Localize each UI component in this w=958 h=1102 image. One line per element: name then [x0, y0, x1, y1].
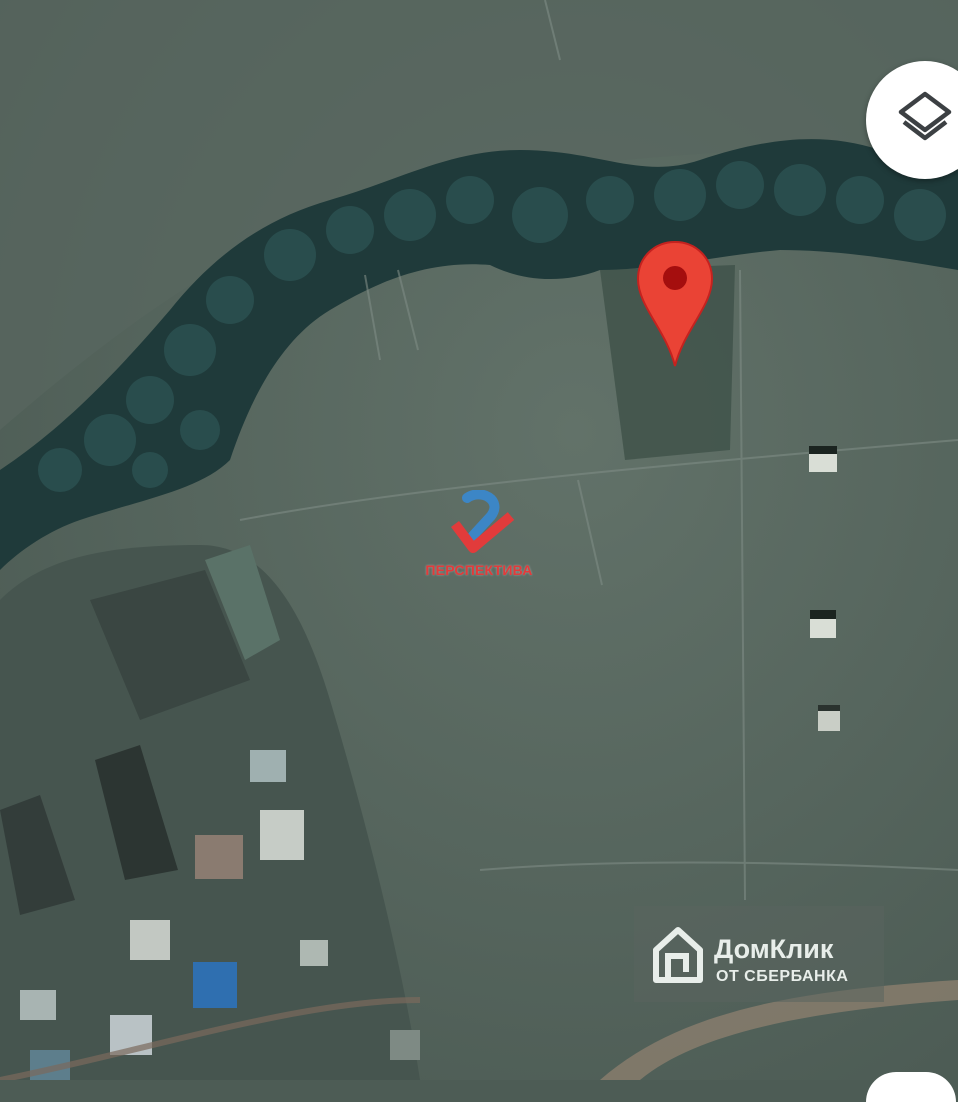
my-location-button[interactable]: [866, 1072, 956, 1102]
agency-watermark: ПЕРСПЕКТИВА: [424, 490, 534, 590]
agency-watermark-text: ПЕРСПЕКТИВА: [425, 562, 533, 578]
domclick-watermark: ДомКлик ОТ СБЕРБАНКА: [634, 906, 884, 1002]
map-pin-icon: [636, 240, 714, 367]
domclick-subtitle: ОТ СБЕРБАНКА: [716, 968, 849, 985]
perspektiva-logo: [451, 490, 515, 553]
domclick-title: ДомКлик: [714, 934, 834, 964]
layers-icon: [898, 91, 952, 141]
domclick-house-logo: [653, 927, 703, 983]
location-marker[interactable]: [636, 240, 714, 368]
